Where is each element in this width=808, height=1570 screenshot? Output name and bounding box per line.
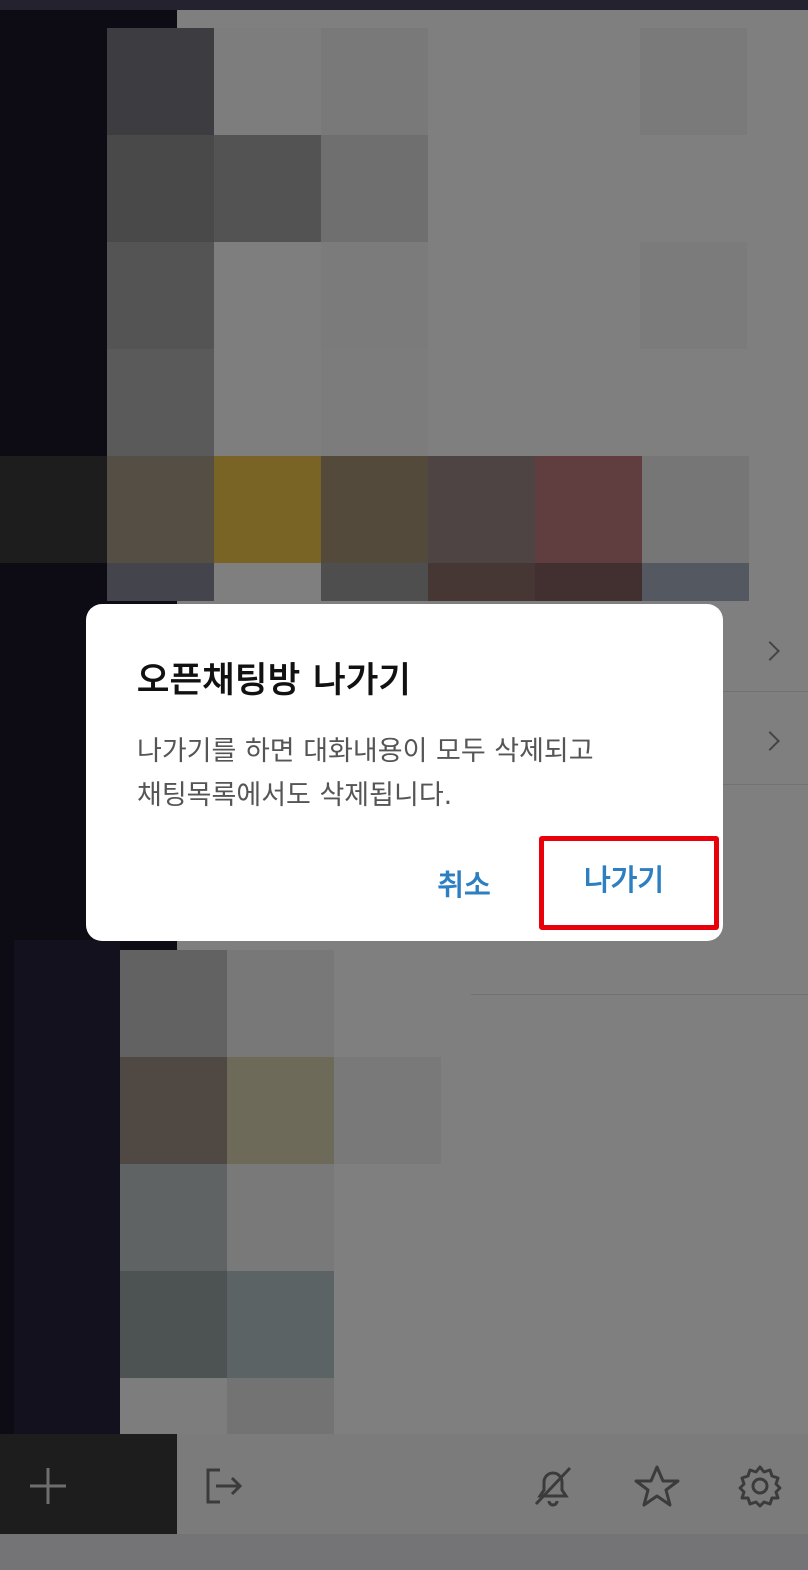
dialog-title: 오픈채팅방 나가기 <box>137 661 412 701</box>
dialog-message: 나가기를 하면 대화내용이 모두 삭제되고 채팅목록에서도 삭제됩니다. <box>137 730 677 818</box>
highlight-box <box>539 836 719 930</box>
dialog-message-line: 채팅목록에서도 삭제됩니다. <box>137 780 453 811</box>
dialog-message-line: 나가기를 하면 대화내용이 모두 삭제되고 <box>137 736 594 767</box>
cancel-button[interactable]: 취소 <box>414 860 514 910</box>
